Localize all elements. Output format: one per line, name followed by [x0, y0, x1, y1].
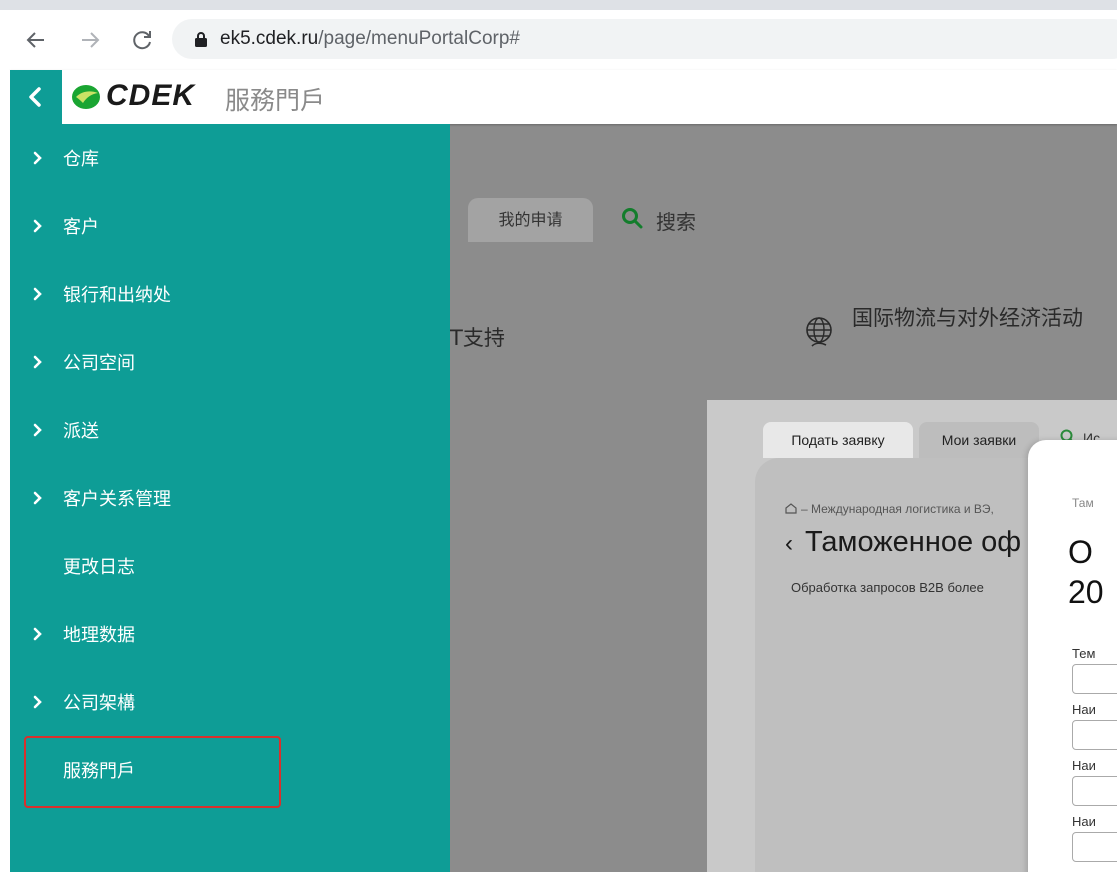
page-description: Обработка запросов B2B более [791, 580, 984, 595]
home-icon[interactable] [785, 502, 797, 514]
sidebar-item-label: 客户 [63, 217, 99, 238]
field-label-name-2: Наи [1072, 758, 1096, 773]
sidebar-item-warehouse[interactable]: 仓库 [10, 124, 450, 192]
header-title: 服務門戶 [225, 86, 326, 115]
sidebar-item-changelog[interactable]: 更改日志 [10, 532, 450, 600]
intl-logistics-label[interactable]: 国际物流与对外经济活动 [852, 304, 1092, 332]
chevron-right-icon [33, 695, 42, 709]
field-label-name-1: Наи [1072, 702, 1096, 717]
page: ek5.cdek.ru/page/menuPortalCorp# 我的申请 搜索… [0, 0, 1117, 872]
back-arrow-icon[interactable] [22, 26, 50, 54]
sidebar-item-label: 仓库 [63, 149, 99, 170]
sidebar-item-company-structure[interactable]: 公司架構 [10, 668, 450, 736]
field-name-3[interactable] [1072, 832, 1117, 862]
search-label[interactable]: 搜索 [656, 206, 696, 235]
logo-text[interactable]: CDEK [106, 79, 195, 113]
page-title-text: Таможенное оф [805, 526, 1022, 558]
app-header: CDEK 服務門戶 [10, 70, 1117, 124]
chevron-right-icon [33, 219, 42, 233]
chevron-left-icon [29, 87, 41, 107]
browser-tabstrip [0, 0, 1117, 10]
tab-submit-request[interactable]: Подать заявку [763, 422, 913, 458]
inset-modal: Там О 20 Тем Наи Наи Наи [1028, 440, 1117, 872]
chevron-left-icon[interactable]: ‹ [785, 530, 793, 557]
field-name-2[interactable] [1072, 776, 1117, 806]
url-path: /page/menuPortalCorp# [318, 28, 520, 49]
sidebar-item-label: 公司架構 [63, 693, 135, 714]
highlight-annotation-box [24, 736, 281, 808]
url-host: ek5.cdek.ru [220, 28, 319, 49]
reload-icon[interactable] [128, 26, 156, 54]
sidebar-item-delivery[interactable]: 派送 [10, 396, 450, 464]
sidebar-item-label: 派送 [63, 421, 99, 442]
sidebar-item-customers[interactable]: 客户 [10, 192, 450, 260]
modal-title-line2: 20 [1068, 574, 1104, 610]
modal-title-line1: О [1068, 534, 1093, 570]
field-name-1[interactable] [1072, 720, 1117, 750]
page-title: ‹ Таможенное оф [785, 526, 1021, 559]
address-bar[interactable]: ek5.cdek.ru/page/menuPortalCorp# [172, 19, 1117, 59]
sidebar-item-bank-cashier[interactable]: 银行和出纳处 [10, 260, 450, 328]
chevron-right-icon [33, 423, 42, 437]
chevron-right-icon [33, 355, 42, 369]
chevron-right-icon [33, 151, 42, 165]
globe-icon [806, 317, 832, 347]
modal-title: О 20 [1068, 532, 1104, 612]
chevron-right-icon [33, 627, 42, 641]
sidebar-item-geodata[interactable]: 地理数据 [10, 600, 450, 668]
collapse-menu-button[interactable] [10, 70, 62, 124]
browser-toolbar: ek5.cdek.ru/page/menuPortalCorp# [0, 10, 1117, 70]
sidebar-item-company-space[interactable]: 公司空间 [10, 328, 450, 396]
sidebar-item-label: 更改日志 [63, 557, 135, 578]
page-margin [0, 70, 10, 872]
lock-icon [195, 32, 207, 47]
chevron-right-icon [33, 491, 42, 505]
it-support-label[interactable]: T支持 [450, 322, 505, 352]
sidebar-item-crm[interactable]: 客户关系管理 [10, 464, 450, 532]
url-text[interactable]: ek5.cdek.ru/page/menuPortalCorp# [220, 28, 520, 50]
chevron-right-icon [33, 287, 42, 301]
field-topic[interactable] [1072, 664, 1117, 694]
cdek-logo-icon [72, 85, 100, 109]
search-icon[interactable] [620, 206, 644, 230]
forward-arrow-icon[interactable] [76, 26, 104, 54]
sidebar-item-label: 客户关系管理 [63, 489, 171, 510]
field-label-topic: Тем [1072, 646, 1096, 661]
tab-my-requests-ru[interactable]: Мои заявки [919, 422, 1039, 458]
sidebar-item-label: 公司空间 [63, 353, 135, 374]
sidebar-item-label: 地理数据 [63, 625, 135, 646]
sidebar-item-label: 银行和出纳处 [63, 285, 171, 306]
breadcrumb[interactable]: – Международная логистика и ВЭ, [801, 502, 994, 516]
tab-my-requests[interactable]: 我的申请 [468, 198, 593, 242]
field-label-name-3: Наи [1072, 814, 1096, 829]
modal-breadcrumb: Там [1072, 496, 1094, 510]
